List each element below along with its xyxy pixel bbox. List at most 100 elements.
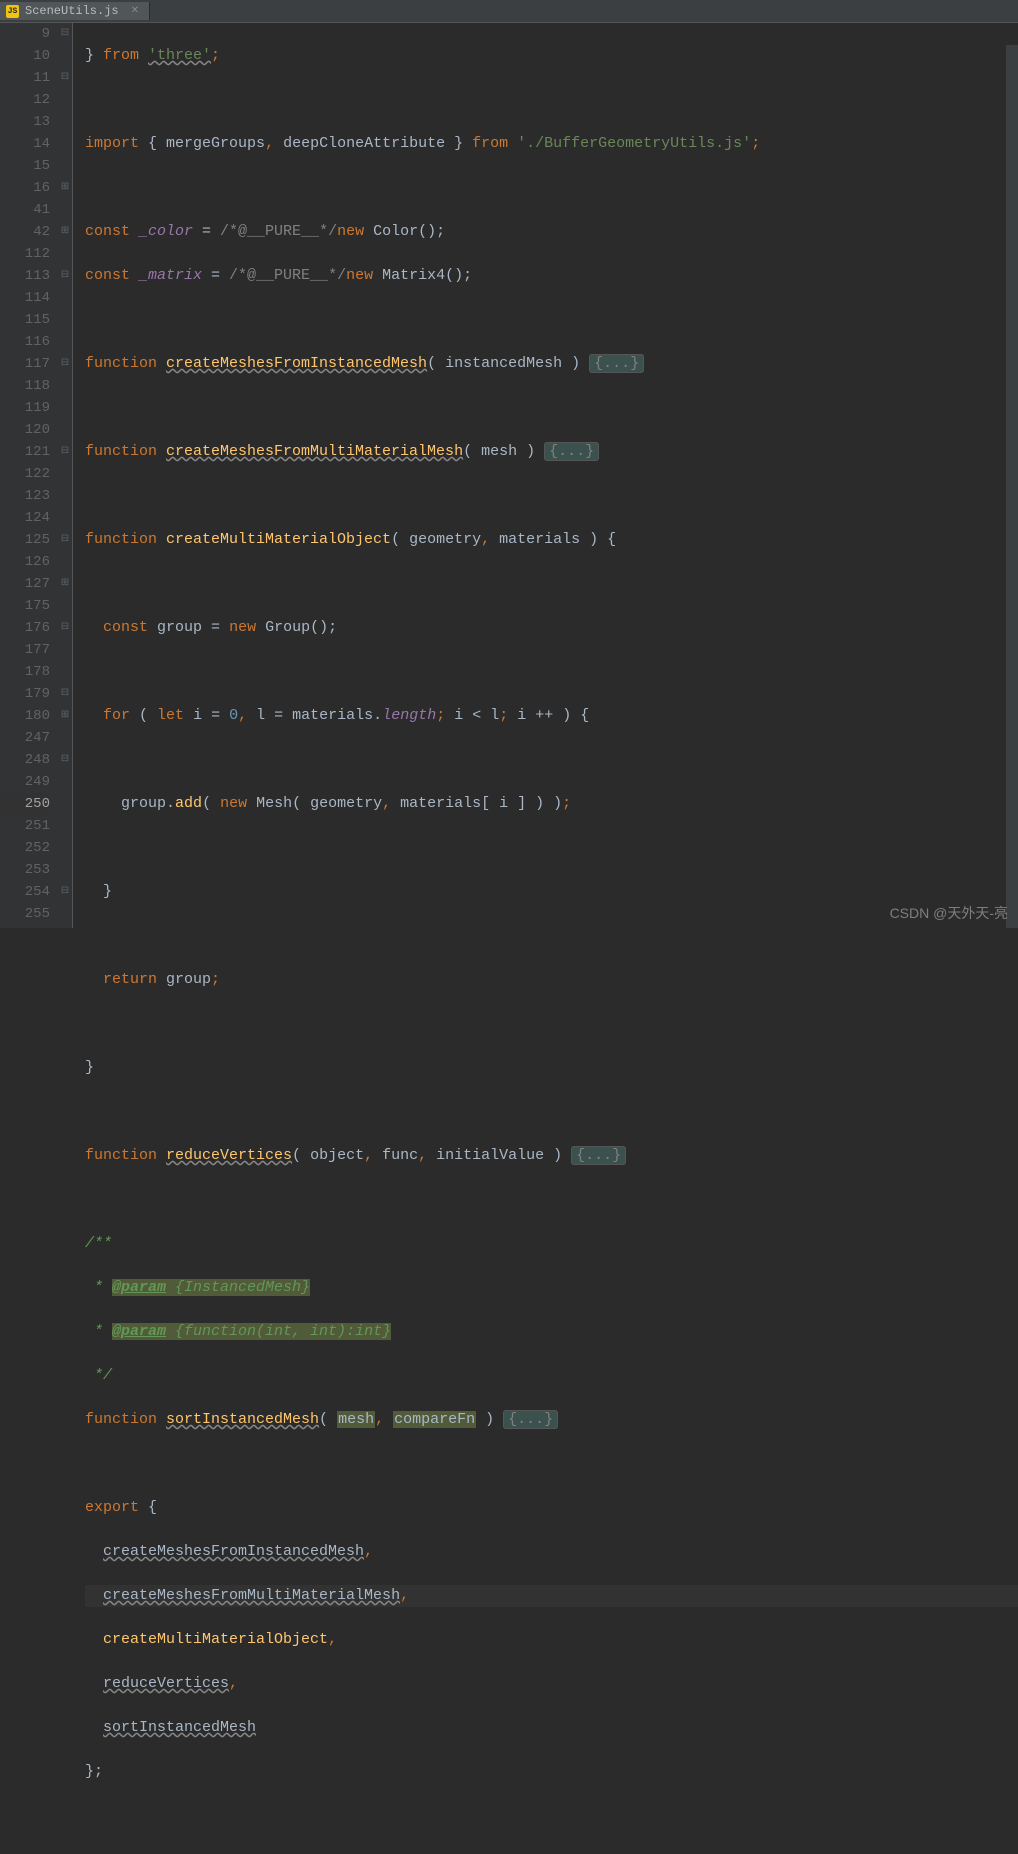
args: ( geometry bbox=[292, 795, 382, 812]
line-number: 41 bbox=[0, 199, 50, 221]
prop: length bbox=[382, 707, 436, 724]
punct: ) { bbox=[580, 531, 616, 548]
close-icon[interactable]: ✕ bbox=[131, 5, 139, 17]
fold-empty bbox=[58, 595, 72, 617]
fold-empty bbox=[58, 661, 72, 683]
line-number: 16 bbox=[0, 177, 50, 199]
kw-new: new bbox=[337, 223, 373, 240]
folded-block[interactable]: {...} bbox=[503, 1410, 558, 1429]
line-number: 13 bbox=[0, 111, 50, 133]
kw-for: for bbox=[103, 707, 139, 724]
fold-collapse-icon[interactable]: ⊟ bbox=[58, 617, 72, 639]
fold-expand-icon[interactable]: ⊞ bbox=[58, 573, 72, 595]
line-number: 119 bbox=[0, 397, 50, 419]
eq: = bbox=[202, 619, 229, 636]
fold-collapse-icon[interactable]: ⊟ bbox=[58, 23, 72, 45]
inc: i ++ ) { bbox=[517, 707, 589, 724]
file-tab[interactable]: JS SceneUtils.js ✕ bbox=[0, 2, 150, 20]
line-number: 120 bbox=[0, 419, 50, 441]
fold-empty bbox=[58, 45, 72, 67]
var-name: group bbox=[157, 619, 202, 636]
export-name: createMultiMaterialObject bbox=[103, 1631, 328, 1648]
editor-area[interactable]: 9101112131415164142112113114115116117118… bbox=[0, 23, 1018, 928]
var: l bbox=[256, 707, 265, 724]
fold-empty bbox=[58, 771, 72, 793]
folded-block[interactable]: {...} bbox=[589, 354, 644, 373]
line-number: 15 bbox=[0, 155, 50, 177]
line-number: 127 bbox=[0, 573, 50, 595]
punct: ) bbox=[476, 1411, 503, 1428]
semi: ; bbox=[751, 135, 760, 152]
fold-empty bbox=[58, 793, 72, 815]
line-number: 177 bbox=[0, 639, 50, 661]
comma: , bbox=[400, 1587, 409, 1604]
punct: (); bbox=[445, 267, 472, 284]
punct: ( bbox=[202, 795, 220, 812]
fold-collapse-icon[interactable]: ⊟ bbox=[58, 441, 72, 463]
fold-gutter[interactable]: ⊟⊟⊞⊞⊟⊟⊟⊟⊞⊟⊟⊞⊟⊟ bbox=[58, 23, 73, 928]
fold-empty bbox=[58, 155, 72, 177]
brace: { bbox=[148, 1499, 157, 1516]
folded-block[interactable]: {...} bbox=[544, 442, 599, 461]
fold-empty bbox=[58, 133, 72, 155]
punct: ( bbox=[319, 1411, 337, 1428]
jsdoc-close: */ bbox=[85, 1367, 112, 1384]
kw-const: const bbox=[103, 619, 157, 636]
kw-new: new bbox=[229, 619, 265, 636]
fold-collapse-icon[interactable]: ⊟ bbox=[58, 67, 72, 89]
line-number: 178 bbox=[0, 661, 50, 683]
fn-name: createMeshesFromInstancedMesh bbox=[166, 355, 427, 372]
number: 0 bbox=[229, 707, 238, 724]
tab-bar: JS SceneUtils.js ✕ bbox=[0, 0, 1018, 23]
kw-function: function bbox=[85, 443, 166, 460]
comma: , bbox=[265, 135, 283, 152]
fold-collapse-icon[interactable]: ⊟ bbox=[58, 529, 72, 551]
param: func bbox=[382, 1147, 418, 1164]
export-name: reduceVertices bbox=[103, 1675, 229, 1692]
line-number: 124 bbox=[0, 507, 50, 529]
fold-empty bbox=[58, 419, 72, 441]
line-number: 247 bbox=[0, 727, 50, 749]
fold-collapse-icon[interactable]: ⊟ bbox=[58, 749, 72, 771]
param: object bbox=[310, 1147, 364, 1164]
kw-function: function bbox=[85, 1411, 166, 1428]
kw-function: function bbox=[85, 531, 166, 548]
fold-collapse-icon[interactable]: ⊟ bbox=[58, 353, 72, 375]
class-name: Matrix4 bbox=[382, 267, 445, 284]
code-content[interactable]: } from 'three'; import { mergeGroups, de… bbox=[73, 23, 1018, 928]
line-number: 115 bbox=[0, 309, 50, 331]
indent bbox=[85, 1631, 103, 1648]
folded-block[interactable]: {...} bbox=[571, 1146, 626, 1165]
params: ( instancedMesh ) bbox=[427, 355, 589, 372]
eq: = bbox=[265, 707, 292, 724]
line-number: 252 bbox=[0, 837, 50, 859]
vertical-scrollbar[interactable] bbox=[1006, 45, 1018, 928]
kw-new: new bbox=[346, 267, 382, 284]
class-name: Group bbox=[265, 619, 310, 636]
line-number: 249 bbox=[0, 771, 50, 793]
param: materials bbox=[499, 531, 580, 548]
fold-expand-icon[interactable]: ⊞ bbox=[58, 177, 72, 199]
fold-expand-icon[interactable]: ⊞ bbox=[58, 705, 72, 727]
fold-collapse-icon[interactable]: ⊟ bbox=[58, 881, 72, 903]
kw-let: let bbox=[157, 707, 193, 724]
params: ( mesh ) bbox=[463, 443, 544, 460]
fold-expand-icon[interactable]: ⊞ bbox=[58, 221, 72, 243]
fold-empty bbox=[58, 815, 72, 837]
line-number: 121 bbox=[0, 441, 50, 463]
fold-empty bbox=[58, 727, 72, 749]
brace: } bbox=[85, 47, 94, 64]
fold-collapse-icon[interactable]: ⊟ bbox=[58, 265, 72, 287]
brace: { bbox=[148, 135, 166, 152]
fold-collapse-icon[interactable]: ⊟ bbox=[58, 683, 72, 705]
param: initialValue bbox=[436, 1147, 544, 1164]
fold-empty bbox=[58, 903, 72, 925]
tab-filename: SceneUtils.js bbox=[25, 4, 119, 18]
fn-name: createMultiMaterialObject bbox=[166, 531, 391, 548]
jsdoc-star: * bbox=[85, 1323, 112, 1340]
comma: , bbox=[238, 707, 256, 724]
fold-empty bbox=[58, 331, 72, 353]
line-number: 118 bbox=[0, 375, 50, 397]
fn-name: sortInstancedMesh bbox=[166, 1411, 319, 1428]
kw-from: from bbox=[463, 135, 517, 152]
